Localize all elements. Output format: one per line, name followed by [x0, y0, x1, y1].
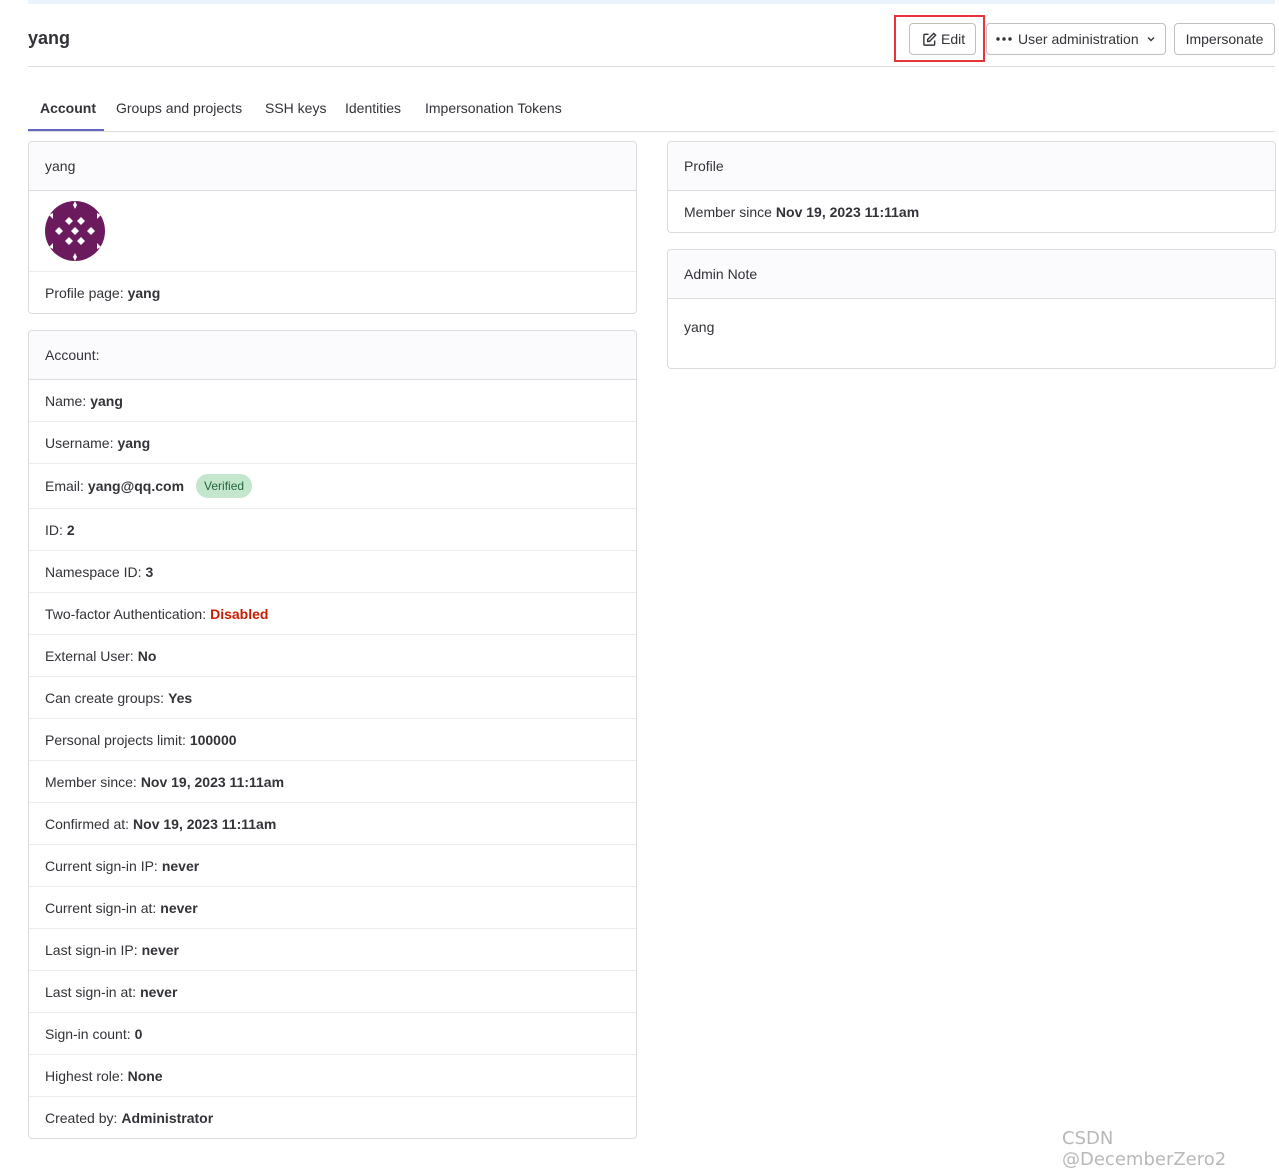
row-label: Last sign-in IP:	[45, 941, 138, 958]
row-value: never	[160, 899, 198, 916]
avatar	[45, 201, 105, 261]
profile-page-value: yang	[127, 285, 161, 301]
row-label: Two-factor Authentication:	[45, 605, 207, 622]
tab-ssh-keys[interactable]: SSH keys	[265, 100, 326, 116]
row-label: Confirmed at:	[45, 815, 130, 832]
row-label: External User:	[45, 647, 134, 664]
avatar-area	[29, 191, 636, 272]
row-label: Member since:	[45, 773, 137, 790]
admin-note-card: Admin Note yang	[667, 249, 1276, 369]
profile-card-header: Profile	[668, 142, 1275, 191]
row-value: Nov 19, 2023 11:11am	[140, 773, 285, 790]
tab-account[interactable]: Account	[40, 100, 96, 116]
row-label: Current sign-in IP:	[45, 857, 158, 874]
row-value: Administrator	[121, 1110, 214, 1126]
account-row-current-sign-in-ip: Current sign-in IP: never	[29, 845, 636, 887]
row-value: yang	[117, 434, 151, 451]
account-card: Account: Name: yang Username: yang Email: y…	[28, 330, 637, 1139]
account-row-namespace-id: Namespace ID: 3	[29, 551, 636, 593]
account-row-last-sign-in-at: Last sign-in at: never	[29, 971, 636, 1013]
impersonate-label: Impersonate	[1185, 31, 1264, 47]
user-administration-dropdown[interactable]: User administration	[986, 23, 1166, 55]
row-label: Can create groups:	[45, 689, 165, 706]
account-row-username: Username: yang	[29, 422, 636, 464]
account-row-id: ID: 2	[29, 509, 636, 551]
account-row-name: Name: yang	[29, 380, 636, 422]
row-value: None	[127, 1067, 163, 1084]
profile-page-label: Profile page:	[45, 285, 124, 301]
edit-button-label: Edit	[941, 31, 966, 47]
row-label: Email:	[45, 478, 84, 494]
ellipsis-icon	[996, 37, 1012, 41]
account-row-external-user: External User: No	[29, 635, 636, 677]
account-card-header: Account:	[29, 331, 636, 380]
account-row-highest-role: Highest role: None	[29, 1055, 636, 1097]
pencil-square-icon	[922, 31, 937, 47]
profile-page-row: Profile page: yang	[29, 272, 636, 313]
account-row-confirmed-at: Confirmed at: Nov 19, 2023 11:11am	[29, 803, 636, 845]
account-row-current-sign-in-at: Current sign-in at: never	[29, 887, 636, 929]
row-label: Username:	[45, 434, 114, 451]
row-value: yang@qq.com	[87, 478, 185, 494]
account-row-can-create-groups: Can create groups: Yes	[29, 677, 636, 719]
row-label: Personal projects limit:	[45, 731, 186, 748]
row-label: Sign-in count:	[45, 1025, 131, 1042]
row-value: never	[161, 857, 200, 874]
row-label: ID:	[45, 521, 63, 538]
page-header: yang Edit User administration Impersonat…	[28, 4, 1275, 67]
profile-member-since-row: Member since Nov 19, 2023 11:11am	[668, 191, 1275, 232]
profile-member-since-value: Nov 19, 2023 11:11am	[775, 204, 920, 220]
account-row-last-sign-in-ip: Last sign-in IP: never	[29, 929, 636, 971]
row-label: Current sign-in at:	[45, 899, 157, 916]
edit-button[interactable]: Edit	[909, 23, 976, 55]
profile-member-since-label: Member since	[684, 204, 772, 220]
row-label: Highest role:	[45, 1067, 124, 1084]
row-value: 100000	[189, 731, 237, 748]
row-value: Nov 19, 2023 11:11am	[133, 815, 277, 832]
account-row-member-since: Member since: Nov 19, 2023 11:11am	[29, 761, 636, 803]
admin-note-header: Admin Note	[668, 250, 1275, 299]
admin-note-text: yang	[684, 319, 715, 335]
account-row-created-by: Created by: Administrator	[29, 1097, 636, 1138]
user-tabs: Account Groups and projects SSH keys Ide…	[28, 86, 1275, 132]
chevron-down-icon	[1146, 34, 1156, 44]
row-label: Created by:	[45, 1110, 118, 1126]
impersonate-button[interactable]: Impersonate	[1174, 23, 1275, 55]
tab-impersonation-tokens[interactable]: Impersonation Tokens	[425, 100, 562, 116]
row-value: yang	[90, 392, 123, 409]
two-factor-status: Disabled	[210, 605, 269, 622]
watermark: CSDN @DecemberZero2	[1062, 1128, 1227, 1170]
account-row-email: Email: yang@qq.com Verified	[29, 464, 636, 509]
user-card-header: yang	[29, 142, 636, 191]
row-label: Last sign-in at:	[45, 983, 137, 1000]
profile-card: Profile Member since Nov 19, 2023 11:11a…	[667, 141, 1276, 233]
row-value: No	[137, 647, 157, 664]
row-value: never	[141, 941, 179, 958]
active-tab-indicator	[28, 129, 104, 131]
page-title: yang	[28, 28, 71, 48]
row-value: 0	[134, 1025, 143, 1042]
tab-identities[interactable]: Identities	[345, 100, 401, 116]
account-row-two-factor: Two-factor Authentication: Disabled	[29, 593, 636, 635]
verified-badge: Verified	[196, 474, 253, 498]
row-value: 2	[66, 521, 75, 538]
row-value: 3	[145, 563, 154, 580]
tab-groups-and-projects[interactable]: Groups and projects	[116, 100, 242, 116]
row-label: Namespace ID:	[45, 563, 142, 580]
account-row-projects-limit: Personal projects limit: 100000	[29, 719, 636, 761]
row-value: never	[140, 983, 178, 1000]
row-label: Name:	[45, 392, 87, 409]
account-row-sign-in-count: Sign-in count: 0	[29, 1013, 636, 1055]
user-card: yang Profile page: yang	[28, 141, 637, 314]
user-administration-label: User administration	[1018, 31, 1139, 47]
row-value: Yes	[168, 689, 193, 706]
